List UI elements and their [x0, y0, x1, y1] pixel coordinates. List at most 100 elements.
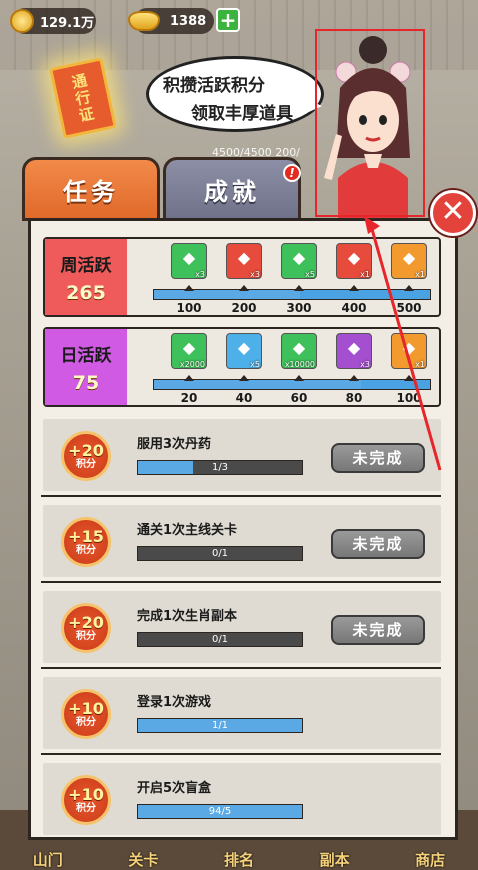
task-progress-bar: 0/1 [137, 632, 303, 647]
progress-tick-label: 100 [176, 301, 202, 315]
task-progress-bar: 1/3 [137, 460, 303, 475]
progress-tick [294, 375, 304, 381]
task-row: +10 积分 开启5次盲盒 94/5 [43, 763, 441, 835]
points-value: +10 [68, 698, 104, 718]
daily-reward-3[interactable]: ◆ x3 [336, 333, 372, 369]
reward-qty: x1 [415, 270, 425, 279]
points-unit: 积分 [76, 716, 96, 728]
task-name: 服用3次丹药 [137, 437, 212, 452]
reward-qty: x3 [360, 360, 370, 369]
weekly-activity-row: 周活跃 265 ◆ x3 ◆ x3 ◆ x5 ◆ x1 ◆ x1 100 200 300 400 500 [43, 237, 441, 317]
nav-item-3[interactable]: 副本 [320, 849, 350, 870]
bubble-line-2: 领取丰厚道具 [191, 104, 293, 124]
progress-tick [184, 285, 194, 291]
progress-tick-label: 80 [345, 391, 363, 405]
daily-progress-bar [153, 379, 431, 390]
coin-counter: 129.1万 [10, 8, 96, 34]
reward-item-icon: ◆ [237, 338, 251, 357]
weekly-reward-1[interactable]: ◆ x3 [226, 243, 262, 279]
progress-tick-label: 500 [396, 301, 422, 315]
task-status-button[interactable]: 未完成 [331, 529, 425, 559]
weekly-activity-label: 周活跃 265 [45, 239, 127, 315]
daily-reward-0[interactable]: ◆ x2000 [171, 333, 207, 369]
weekly-activity-value: 265 [66, 281, 106, 304]
progress-tick [404, 375, 414, 381]
points-medal: +20 积分 [61, 603, 111, 653]
points-value: +10 [68, 784, 104, 804]
reward-item-icon: ◆ [292, 338, 306, 357]
daily-reward-2[interactable]: ◆ x10000 [281, 333, 317, 369]
progress-tick-label: 20 [180, 391, 198, 405]
daily-activity-value: 75 [72, 371, 100, 394]
task-separator [41, 495, 441, 497]
task-row: +15 积分 通关1次主线关卡 0/1 未完成 [43, 505, 441, 577]
daily-reward-1[interactable]: ◆ x5 [226, 333, 262, 369]
tab-tasks[interactable]: 任务 [22, 157, 160, 221]
progress-tick-label: 40 [235, 391, 253, 405]
points-unit: 积分 [76, 630, 96, 642]
weekly-reward-0[interactable]: ◆ x3 [171, 243, 207, 279]
bottom-nav: 山门 关卡 排名 副本 商店 [0, 848, 478, 870]
progress-tick-label: 100 [396, 391, 422, 405]
ingot-amount: 1388 [170, 13, 207, 29]
reward-item-icon: ◆ [347, 248, 361, 267]
points-unit: 积分 [76, 802, 96, 814]
task-name: 开启5次盲盒 [137, 781, 212, 796]
task-name: 完成1次生肖副本 [137, 609, 238, 624]
nav-item-2[interactable]: 排名 [224, 849, 254, 870]
character-highlight-box [315, 29, 425, 217]
nav-item-0[interactable]: 山门 [33, 849, 63, 870]
points-value: +15 [68, 526, 104, 546]
points-unit: 积分 [76, 458, 96, 470]
progress-tick [294, 285, 304, 291]
reward-qty: x2000 [179, 360, 205, 369]
points-unit: 积分 [76, 544, 96, 556]
task-row: +20 积分 完成1次生肖副本 0/1 未完成 [43, 591, 441, 663]
task-name: 通关1次主线关卡 [137, 523, 238, 538]
reward-item-icon: ◆ [347, 338, 361, 357]
task-progress-bar: 94/5 [137, 804, 303, 819]
reward-item-icon: ◆ [292, 248, 306, 267]
progress-tick [184, 375, 194, 381]
task-separator [41, 667, 441, 669]
daily-rewards: ◆ x2000 ◆ x5 ◆ x10000 ◆ x3 ◆ x1 [169, 333, 441, 373]
daily-activity-title: 日活跃 [60, 345, 112, 366]
weekly-activity-title: 周活跃 [60, 255, 112, 276]
points-medal: +15 积分 [61, 517, 111, 567]
close-button[interactable]: ✕ [430, 190, 476, 236]
nav-item-4[interactable]: 商店 [415, 849, 445, 870]
weekly-reward-2[interactable]: ◆ x5 [281, 243, 317, 279]
task-panel: 周活跃 265 ◆ x3 ◆ x3 ◆ x5 ◆ x1 ◆ x1 100 200 300 400 500 … [28, 218, 458, 840]
progress-tick-label: 60 [290, 391, 308, 405]
progress-tick [239, 285, 249, 291]
daily-activity-label: 日活跃 75 [45, 329, 127, 405]
reward-qty: x5 [250, 360, 260, 369]
bubble-line-1: 积攒活跃积分 [163, 76, 265, 96]
weekly-reward-4[interactable]: ◆ x1 [391, 243, 427, 279]
reward-item-icon: ◆ [237, 248, 251, 267]
task-row: +20 积分 服用3次丹药 1/3 未完成 [43, 419, 441, 491]
nav-item-1[interactable]: 关卡 [128, 849, 158, 870]
task-progress-text: 94/5 [208, 806, 232, 817]
weekly-rewards: ◆ x3 ◆ x3 ◆ x5 ◆ x1 ◆ x1 [169, 243, 441, 283]
task-progress-bar: 0/1 [137, 546, 303, 561]
weekly-progress-bar [153, 289, 431, 300]
reward-qty: x1 [360, 270, 370, 279]
add-ingot-button[interactable]: + [216, 8, 240, 32]
points-medal: +20 积分 [61, 431, 111, 481]
reward-qty: x3 [195, 270, 205, 279]
daily-reward-4[interactable]: ◆ x1 [391, 333, 427, 369]
reward-item-icon: ◆ [402, 248, 416, 267]
speech-bubble: 积攒活跃积分 领取丰厚道具 [146, 56, 324, 132]
progress-tick [349, 375, 359, 381]
task-status-button[interactable]: 未完成 [331, 443, 425, 473]
tab-achievements[interactable]: 成就 [163, 157, 301, 221]
task-status-button[interactable]: 未完成 [331, 615, 425, 645]
weekly-reward-3[interactable]: ◆ x1 [336, 243, 372, 279]
weekly-progress-fill [154, 290, 301, 299]
points-value: +20 [68, 440, 104, 460]
reward-qty: x5 [305, 270, 315, 279]
notification-badge: ! [283, 164, 301, 182]
ingot-counter: 1388 + [128, 8, 240, 34]
task-progress-text: 0/1 [211, 548, 229, 559]
